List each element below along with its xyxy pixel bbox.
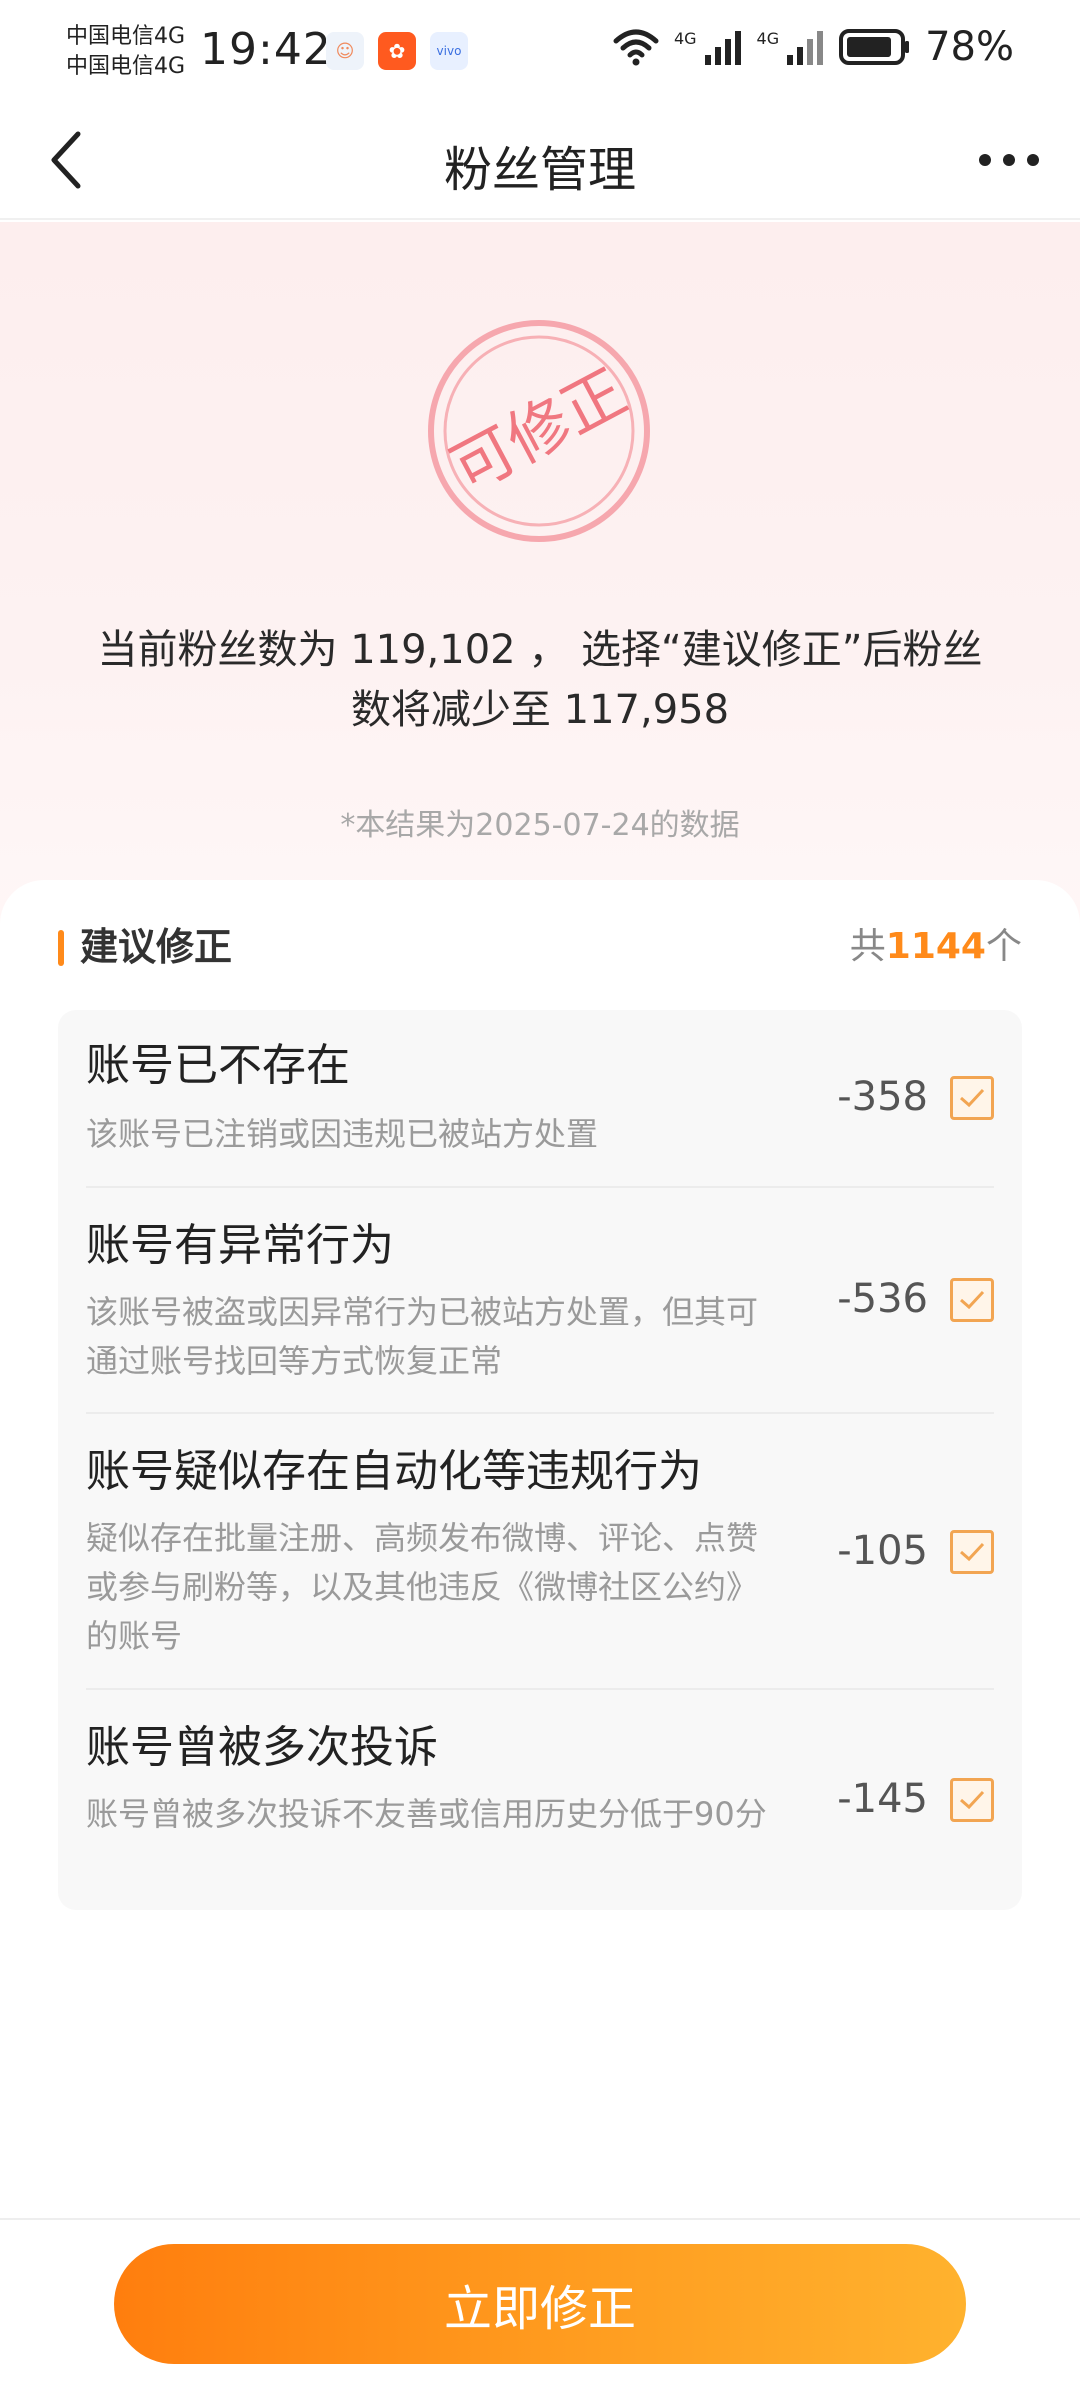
notification-app-icon: vivo: [430, 32, 468, 70]
checkmark-icon: [960, 1088, 985, 1108]
signal-type-2: 4G: [756, 28, 780, 48]
nav-bar: 粉丝管理: [0, 100, 1080, 220]
status-time: 19:42: [200, 24, 332, 75]
suggestion-card: 建议修正 共1144个 账号已不存在 该账号已注销或因违规已被站方处置 -358…: [0, 880, 1080, 2220]
notification-app-icon: ✿: [378, 32, 416, 70]
page-title: 粉丝管理: [443, 142, 636, 198]
section-title: 建议修正: [80, 925, 233, 969]
checkmark-icon: [960, 1290, 985, 1310]
follower-summary: 当前粉丝数为 119,102 ， 选择“建议修正”后粉丝数将减少至 117,95…: [97, 627, 983, 733]
list-item[interactable]: 账号已不存在 该账号已注销或因违规已被站方处置 -358: [86, 1010, 994, 1188]
carrier-1: 中国电信4G: [66, 24, 186, 49]
more-dot-icon: [1027, 154, 1039, 166]
count-value: 1144: [885, 926, 986, 967]
list-item[interactable]: 账号疑似存在自动化等违规行为 疑似存在批量注册、高频发布微博、评论、点赞或参与刷…: [86, 1414, 994, 1690]
item-checkbox[interactable]: [950, 1530, 994, 1574]
status-right: 4G 4G 78%: [612, 24, 1014, 70]
checkmark-icon: [960, 1542, 985, 1562]
count-suffix: 个: [985, 926, 1022, 967]
signal-type-1: 4G: [673, 28, 697, 48]
count-prefix: 共: [849, 926, 886, 967]
data-date-note: *本结果为2025-07-24的数据: [340, 808, 740, 843]
item-title: 账号疑似存在自动化等违规行为: [86, 1446, 702, 1497]
section-count: 共1144个: [850, 922, 1022, 972]
item-delta: -145: [837, 1776, 928, 1822]
more-dot-icon: [979, 154, 991, 166]
battery-level: 78%: [925, 24, 1014, 70]
item-title: 账号已不存在: [86, 1040, 350, 1091]
carrier-2: 中国电信4G: [66, 54, 186, 79]
more-options-button[interactable]: [964, 122, 1054, 198]
signal-icon: [787, 31, 824, 65]
battery-icon: [839, 29, 910, 65]
summary-hero: 可修正 当前粉丝数为 119,102 ， 选择“建议修正”后粉丝数将减少至 11…: [0, 222, 1080, 942]
carrier-info: 中国电信4G 中国电信4G: [66, 22, 185, 82]
notification-app-icon: ☺: [326, 32, 364, 70]
list-item[interactable]: 账号有异常行为 该账号被盗或因异常行为已被站方处置，但其可通过账号找回等方式恢复…: [86, 1188, 994, 1414]
list-item[interactable]: 账号曾被多次投诉 账号曾被多次投诉不友善或信用历史分低于90分 -145: [86, 1690, 994, 1910]
bottom-action-bar: 立即修正: [0, 2218, 1080, 2400]
wifi-icon: [613, 29, 659, 66]
fix-now-button[interactable]: 立即修正: [114, 2244, 966, 2364]
item-delta: -536: [837, 1276, 928, 1322]
correctable-stamp-icon: 可修正: [428, 320, 650, 542]
item-description: 账号曾被多次投诉不友善或信用历史分低于90分: [86, 1795, 767, 1833]
section-header: 建议修正 共1144个: [58, 922, 1022, 972]
item-delta: -358: [837, 1074, 928, 1120]
item-title: 账号曾被多次投诉: [86, 1722, 438, 1773]
section-accent-bar: [58, 930, 64, 966]
notification-icons: ☺ ✿ vivo: [326, 32, 468, 70]
item-description: 该账号已注销或因违规已被站方处置: [86, 1115, 599, 1153]
item-title: 账号有异常行为: [86, 1220, 394, 1271]
item-checkbox[interactable]: [950, 1076, 994, 1120]
item-description: 该账号被盗或因异常行为已被站方处置，但其可通过账号找回等方式恢复正常: [86, 1293, 759, 1380]
suggestion-list: 账号已不存在 该账号已注销或因违规已被站方处置 -358 账号有异常行为 该账号…: [58, 1010, 1022, 1910]
item-delta: -105: [837, 1528, 928, 1574]
item-checkbox[interactable]: [950, 1778, 994, 1822]
item-checkbox[interactable]: [950, 1278, 994, 1322]
stamp-text: 可修正: [440, 355, 639, 507]
status-bar: 中国电信4G 中国电信4G 19:42 ☺ ✿ vivo 4G 4G 78%: [0, 0, 1080, 100]
more-dot-icon: [1003, 154, 1015, 166]
item-description: 疑似存在批量注册、高频发布微博、评论、点赞或参与刷粉等，以及其他违反《微博社区公…: [86, 1519, 759, 1655]
checkmark-icon: [960, 1790, 985, 1810]
signal-icon: [704, 31, 741, 65]
